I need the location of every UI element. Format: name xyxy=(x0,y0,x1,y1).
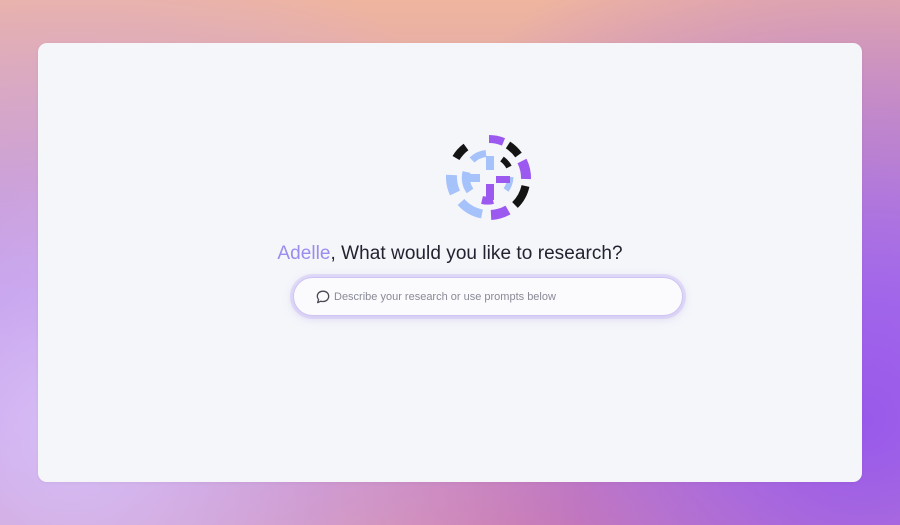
user-name: Adelle xyxy=(277,243,331,264)
name-separator: , xyxy=(330,243,336,264)
page-title: Adelle, What would you like to research? xyxy=(0,243,900,265)
research-search-input[interactable] xyxy=(334,278,654,315)
prompt-title: What would you like to research? xyxy=(341,243,623,264)
research-search-box[interactable] xyxy=(293,277,683,316)
app-logo-icon xyxy=(446,135,531,220)
chat-bubble-icon xyxy=(316,290,330,304)
